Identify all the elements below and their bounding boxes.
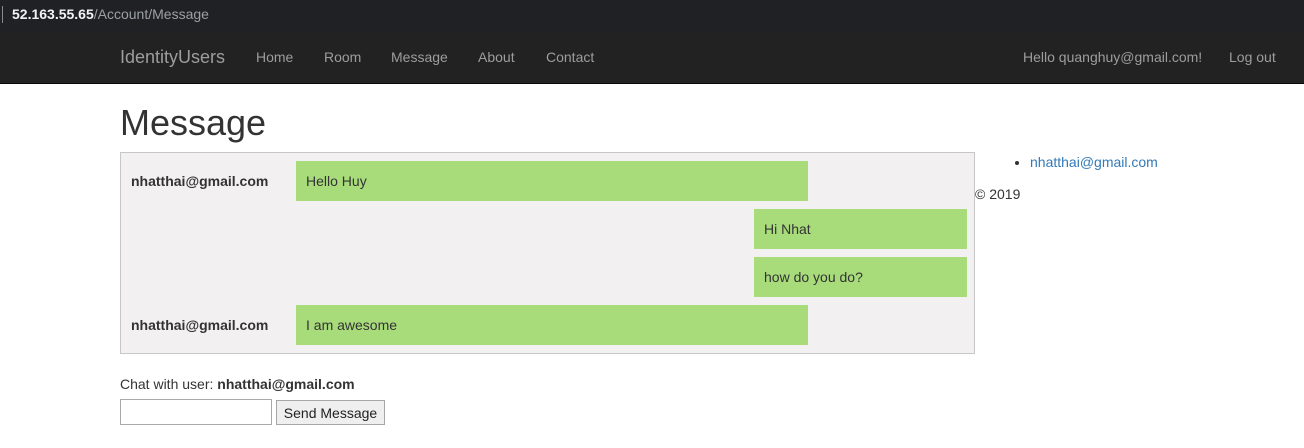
nav-home-link[interactable]: Home (256, 31, 293, 84)
navbar: IdentityUsers Home Room Message About Co… (0, 31, 1304, 84)
message-bubble: how do you do? (754, 257, 967, 297)
nav-message-link[interactable]: Message (391, 31, 448, 84)
chat-with-user: nhatthai@gmail.com (217, 376, 355, 392)
message-sender: nhatthai@gmail.com (131, 317, 269, 333)
message-bubble: Hello Huy (296, 161, 808, 201)
message-bubble: I am awesome (296, 305, 808, 345)
chat-with-label: Chat with user: (120, 376, 214, 392)
message-row: Hi Nhat (121, 209, 974, 249)
message-row: nhatthai@gmail.com Hello Huy (121, 161, 974, 201)
url-host: 52.163.55.65 (12, 6, 94, 22)
user-list-item: nhatthai@gmail.com (1030, 152, 1158, 172)
url-path: /Account/Message (93, 6, 209, 22)
brand-link[interactable]: IdentityUsers (120, 31, 225, 84)
message-sender: nhatthai@gmail.com (131, 173, 269, 189)
user-greeting-link[interactable]: Hello quanghuy@gmail.com! (1023, 31, 1202, 84)
send-message-button[interactable]: Send Message (276, 400, 385, 425)
user-link[interactable]: nhatthai@gmail.com (1030, 154, 1158, 170)
message-bubble: Hi Nhat (754, 209, 967, 249)
nav-about-link[interactable]: About (478, 31, 515, 84)
text-caret (2, 6, 3, 23)
message-list: nhatthai@gmail.com Hello Huy Hi Nhat how… (120, 152, 975, 354)
address-bar[interactable]: 52.163.55.65/Account/Message (0, 0, 1304, 31)
footer-copyright: © 2019 (975, 186, 1021, 202)
message-row: how do you do? (121, 257, 974, 297)
nav-contact-link[interactable]: Contact (546, 31, 594, 84)
message-input[interactable] (120, 399, 272, 425)
page-title: Message (120, 102, 267, 143)
message-row: nhatthai@gmail.com I am awesome (121, 305, 974, 345)
logout-link[interactable]: Log out (1229, 31, 1276, 84)
chat-with-line: Chat with user: nhatthai@gmail.com (120, 374, 355, 394)
nav-room-link[interactable]: Room (324, 31, 361, 84)
user-list: nhatthai@gmail.com (1015, 152, 1158, 172)
